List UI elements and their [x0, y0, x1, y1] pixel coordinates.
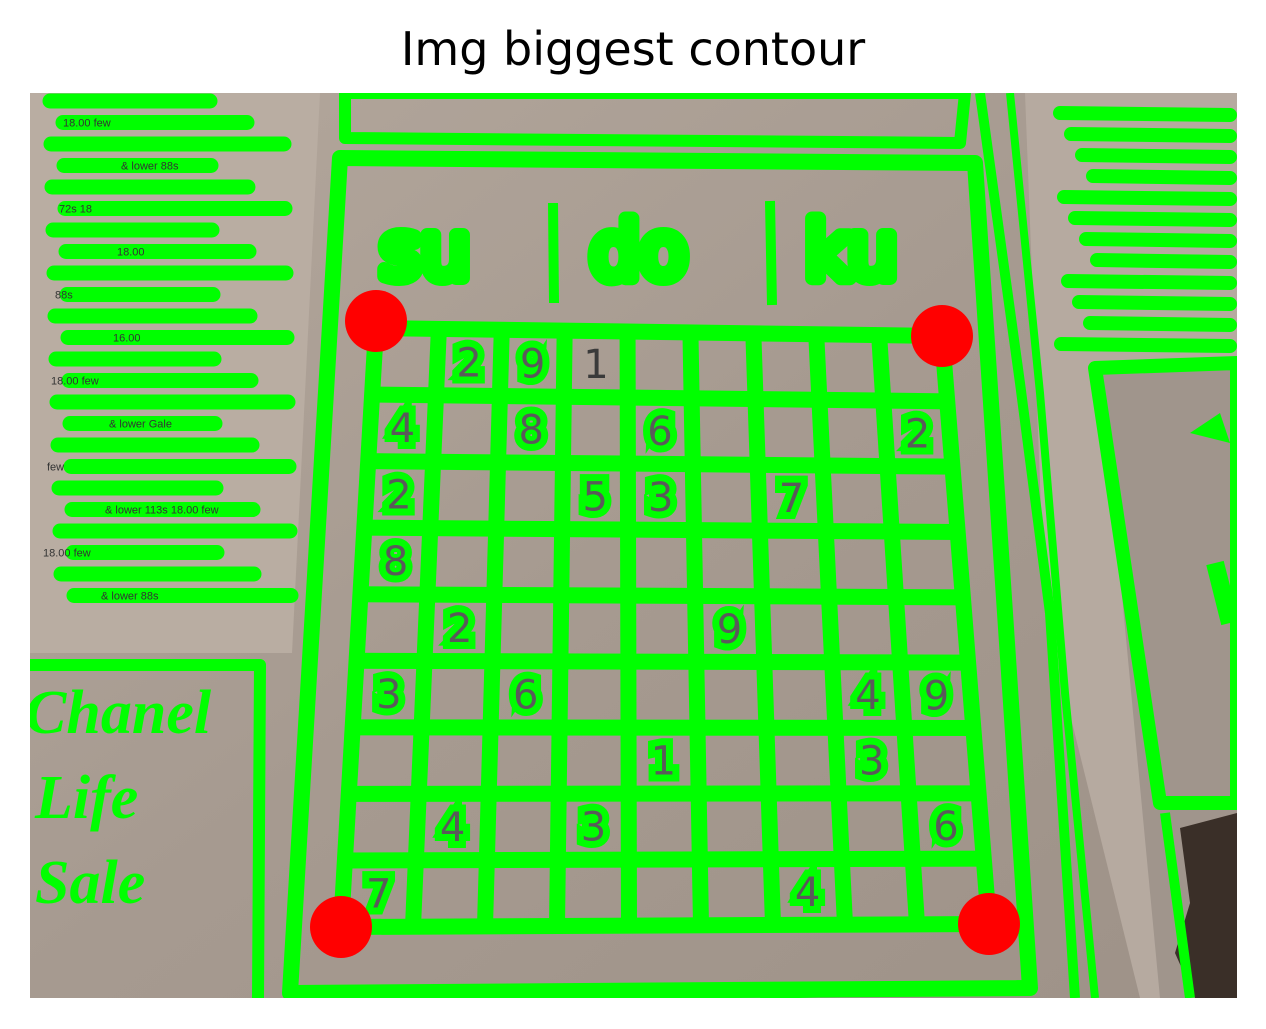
grid-line-horizontal — [364, 519, 958, 540]
newsprint-text: 18.00 few — [51, 376, 99, 388]
newsprint-text: & lower Gale — [109, 419, 172, 431]
grid-digit: 4 — [440, 805, 465, 851]
grid-line-horizontal — [360, 586, 963, 606]
grid-line-horizontal — [356, 652, 969, 671]
contour-image: su do ku 2914862253782936491343674 18.00… — [30, 93, 1237, 998]
grid-digit: 7 — [366, 872, 391, 918]
right-newsprint-line — [1090, 253, 1237, 269]
right-newsprint-line — [1072, 295, 1237, 311]
banner-word-life: Life — [34, 764, 138, 832]
corner-marker-top-left — [345, 290, 407, 352]
newsprint-text: 18.00 few — [63, 118, 111, 130]
grid-digit: 1 — [583, 342, 608, 388]
newsprint-text: 72s 18 — [59, 204, 92, 216]
corner-marker-top-right — [911, 305, 973, 367]
grid-digit: 8 — [383, 539, 408, 585]
newsprint-text: 18.00 few — [43, 548, 91, 560]
grid-digit: 4 — [390, 406, 415, 452]
corner-marker-bottom-left — [310, 896, 372, 958]
corner-marker-bottom-right — [958, 893, 1020, 955]
grid-digit: 6 — [933, 804, 958, 850]
grid-line-vertical — [682, 332, 709, 926]
right-newsprint-line — [1086, 169, 1237, 185]
grid-line-horizontal — [352, 719, 974, 736]
grid-line-horizontal — [344, 850, 984, 869]
grid-line-horizontal — [372, 386, 948, 410]
newsprint-text: 16.00 — [113, 333, 141, 345]
grid-digit: 8 — [518, 408, 543, 454]
figure-title: Img biggest contour — [400, 22, 866, 76]
heading-do: do — [590, 207, 687, 297]
grid-digit: 4 — [855, 673, 880, 719]
newsprint-text: & lower 88s — [121, 161, 179, 173]
newsprint-text: & lower 88s — [101, 591, 159, 603]
grid-digit: 9 — [520, 341, 545, 387]
grid-line-vertical — [549, 330, 573, 927]
grid-digit: 4 — [795, 870, 820, 916]
grid-digit: 6 — [647, 409, 672, 455]
grid-line-horizontal — [375, 320, 943, 344]
right-newsprint-line — [1057, 190, 1237, 206]
right-newsprint-line — [1068, 211, 1237, 227]
right-newsprint-line — [1075, 148, 1237, 164]
grid-line-horizontal — [368, 453, 953, 475]
grid-line-vertical — [619, 331, 637, 926]
right-newsprint-line — [1054, 337, 1237, 353]
newsprint-text: 18.00 — [117, 247, 145, 259]
banner-word-sale: Sale — [35, 849, 145, 917]
grid-digit: 3 — [648, 475, 673, 521]
grid-digit: 6 — [513, 672, 538, 718]
grid-digit: 5 — [583, 474, 608, 520]
heading-su: su — [380, 207, 470, 297]
grid-digit: 1 — [651, 739, 676, 785]
right-newsprint-line — [1083, 316, 1237, 332]
grid-digit: 3 — [859, 739, 884, 785]
grid-digit: 2 — [456, 341, 481, 387]
grid-digit: 9 — [717, 607, 742, 653]
grid-digit: 2 — [386, 473, 411, 519]
grid-digit: 7 — [779, 476, 804, 522]
right-newsprint-line — [1079, 232, 1237, 248]
right-newsprint-line — [1053, 106, 1237, 122]
heading-ku: ku — [805, 207, 897, 297]
grid-digit: 9 — [924, 673, 949, 719]
right-newsprint-line — [1064, 127, 1237, 143]
grid-digit: 3 — [376, 672, 401, 718]
newsprint-text: few — [47, 462, 64, 474]
newsprint-text: & lower 113s 18.00 few — [105, 505, 219, 517]
grid-digit: 3 — [581, 805, 606, 851]
newsprint-text: 88s — [55, 290, 73, 302]
grid-digit: 2 — [447, 606, 472, 652]
grid-line-horizontal — [340, 916, 990, 935]
grid-digit: 2 — [905, 412, 930, 458]
grid-line-horizontal — [348, 785, 979, 802]
banner-word-chanel: Chanel — [30, 679, 212, 747]
right-newsprint-line — [1061, 274, 1237, 290]
